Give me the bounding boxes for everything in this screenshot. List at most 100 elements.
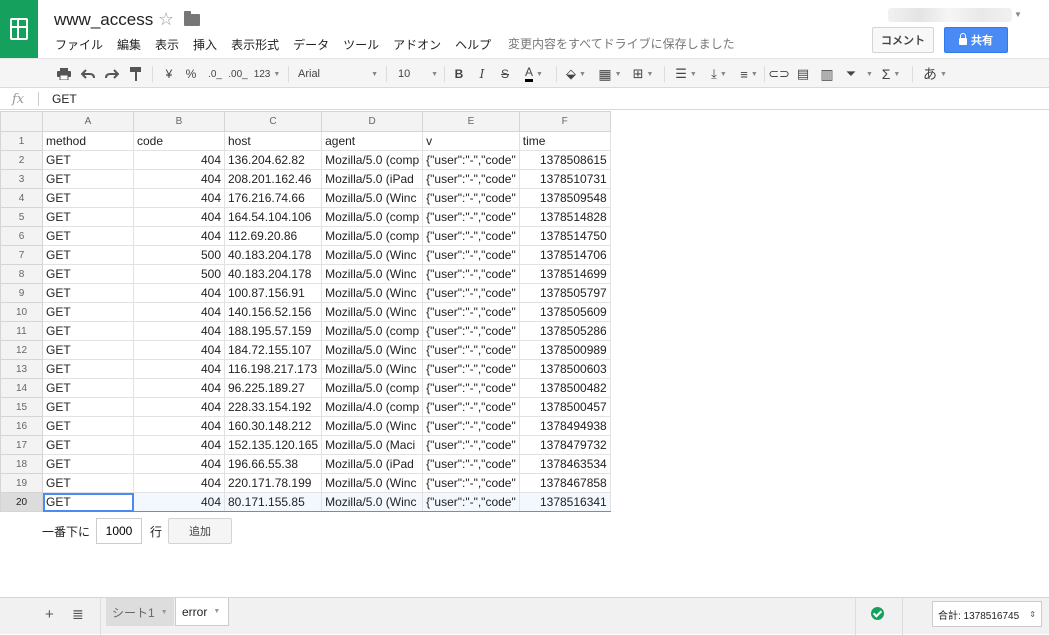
- cell-a[interactable]: GET: [42, 397, 134, 417]
- cell-a[interactable]: method: [42, 131, 134, 151]
- share-button[interactable]: 共有: [944, 27, 1008, 53]
- cell-d[interactable]: Mozilla/5.0 (comp: [321, 378, 424, 398]
- cell-f[interactable]: 1378514828: [518, 207, 611, 227]
- more-formats-button[interactable]: 123 ▼: [252, 65, 282, 83]
- cell-b[interactable]: 404: [133, 169, 225, 189]
- cell-f[interactable]: 1378500989: [518, 340, 611, 360]
- cell-f[interactable]: 1378505797: [518, 283, 611, 303]
- cell-a[interactable]: GET: [42, 416, 134, 436]
- row-header[interactable]: 3: [0, 169, 43, 189]
- cell-e[interactable]: {"user":"-","code": [422, 473, 520, 493]
- print-icon[interactable]: [56, 65, 72, 83]
- menu-insert[interactable]: 挿入: [186, 36, 224, 54]
- column-header-f[interactable]: F: [518, 111, 611, 132]
- check-icon[interactable]: [871, 607, 884, 620]
- cell-b[interactable]: 404: [133, 188, 225, 208]
- cell-d[interactable]: Mozilla/5.0 (Winc: [321, 188, 424, 208]
- explore-sum-select[interactable]: 合計: 1378516745 ⇕: [932, 601, 1042, 627]
- text-wrap-button[interactable]: ≡ ▼: [738, 65, 760, 83]
- menu-format[interactable]: 表示形式: [224, 36, 286, 54]
- cell-f[interactable]: 1378467858: [518, 473, 611, 493]
- cell-f[interactable]: 1378514750: [518, 226, 611, 246]
- row-header[interactable]: 4: [0, 188, 43, 208]
- cell-f[interactable]: time: [518, 131, 611, 151]
- cell-c[interactable]: 208.201.162.46: [223, 169, 323, 189]
- chevron-down-icon[interactable]: ▼: [1014, 10, 1022, 19]
- cell-b[interactable]: 404: [133, 340, 225, 360]
- cell-a[interactable]: GET: [42, 264, 134, 284]
- column-header-a[interactable]: A: [42, 111, 134, 132]
- cell-b[interactable]: 404: [133, 302, 225, 322]
- cell-d[interactable]: agent: [321, 131, 424, 151]
- cell-e[interactable]: {"user":"-","code": [422, 150, 520, 170]
- cell-e[interactable]: {"user":"-","code": [422, 321, 520, 341]
- row-header[interactable]: 20: [0, 492, 43, 512]
- strikethrough-button[interactable]: S: [498, 65, 512, 83]
- cell-e[interactable]: {"user":"-","code": [422, 245, 520, 265]
- cell-b[interactable]: 404: [133, 378, 225, 398]
- merge-cells-button[interactable]: ⊞ ▼: [628, 65, 658, 83]
- cell-d[interactable]: Mozilla/5.0 (comp: [321, 226, 424, 246]
- cell-a[interactable]: GET: [42, 245, 134, 265]
- cell-b[interactable]: 404: [133, 473, 225, 493]
- cell-b[interactable]: 404: [133, 454, 225, 474]
- cell-b[interactable]: 404: [133, 397, 225, 417]
- cell-f[interactable]: 1378508615: [518, 150, 611, 170]
- cell-e[interactable]: {"user":"-","code": [422, 264, 520, 284]
- cell-e[interactable]: {"user":"-","code": [422, 302, 520, 322]
- cell-d[interactable]: Mozilla/5.0 (Maci: [321, 435, 424, 455]
- column-header-e[interactable]: E: [422, 111, 520, 132]
- cell-a[interactable]: GET: [42, 226, 134, 246]
- row-header[interactable]: 7: [0, 245, 43, 265]
- menu-edit[interactable]: 編集: [110, 36, 148, 54]
- sheet-tab-error[interactable]: error ▼: [175, 598, 229, 626]
- cell-a[interactable]: GET: [42, 378, 134, 398]
- sheet-tab-sheet1[interactable]: シート1 ▼: [106, 598, 174, 626]
- document-title[interactable]: www_access: [54, 10, 153, 30]
- cell-a[interactable]: GET: [42, 188, 134, 208]
- cell-c[interactable]: 40.183.204.178: [223, 264, 323, 284]
- cell-c[interactable]: 188.195.57.159: [223, 321, 323, 341]
- sheets-logo[interactable]: [0, 0, 38, 58]
- cell-f[interactable]: 1378510731: [518, 169, 611, 189]
- cell-e[interactable]: {"user":"-","code": [422, 378, 520, 398]
- insert-chart-icon[interactable]: ▥: [818, 65, 836, 83]
- filter-views-dropdown[interactable]: ▼: [862, 65, 874, 83]
- cell-f[interactable]: 1378494938: [518, 416, 611, 436]
- cell-a[interactable]: GET: [42, 492, 134, 512]
- cell-c[interactable]: 96.225.189.27: [223, 378, 323, 398]
- user-account[interactable]: [888, 8, 1012, 22]
- cell-f[interactable]: 1378500457: [518, 397, 611, 417]
- cell-f[interactable]: 1378500603: [518, 359, 611, 379]
- fill-color-button[interactable]: ⬙ ▼: [562, 65, 590, 83]
- cell-d[interactable]: Mozilla/5.0 (Winc: [321, 340, 424, 360]
- cell-e[interactable]: {"user":"-","code": [422, 416, 520, 436]
- cell-e[interactable]: {"user":"-","code": [422, 492, 520, 512]
- cell-c[interactable]: 196.66.55.38: [223, 454, 323, 474]
- cell-e[interactable]: {"user":"-","code": [422, 226, 520, 246]
- bold-button[interactable]: B: [452, 65, 466, 83]
- cell-c[interactable]: host: [223, 131, 323, 151]
- menu-addons[interactable]: アドオン: [386, 36, 448, 54]
- cell-e[interactable]: {"user":"-","code": [422, 283, 520, 303]
- align-horizontal-button[interactable]: ☰ ▼: [672, 65, 700, 83]
- functions-button[interactable]: Σ ▼: [876, 65, 906, 83]
- cell-e[interactable]: {"user":"-","code": [422, 188, 520, 208]
- cell-f[interactable]: 1378505286: [518, 321, 611, 341]
- cell-d[interactable]: Mozilla/5.0 (Winc: [321, 473, 424, 493]
- cell-a[interactable]: GET: [42, 207, 134, 227]
- cell-a[interactable]: GET: [42, 283, 134, 303]
- insert-comment-icon[interactable]: ▤: [795, 65, 811, 83]
- select-all-corner[interactable]: [0, 111, 43, 132]
- percent-format-button[interactable]: %: [184, 65, 198, 83]
- formula-input[interactable]: GET: [52, 92, 77, 106]
- cell-f[interactable]: 1378516341: [518, 492, 611, 512]
- cell-d[interactable]: Mozilla/5.0 (Winc: [321, 416, 424, 436]
- star-icon[interactable]: ☆: [158, 9, 174, 30]
- cell-e[interactable]: {"user":"-","code": [422, 454, 520, 474]
- cell-c[interactable]: 40.183.204.178: [223, 245, 323, 265]
- increase-decimal-button[interactable]: .00_: [228, 65, 248, 83]
- column-header-b[interactable]: B: [133, 111, 225, 132]
- cell-e[interactable]: {"user":"-","code": [422, 340, 520, 360]
- cell-e[interactable]: {"user":"-","code": [422, 435, 520, 455]
